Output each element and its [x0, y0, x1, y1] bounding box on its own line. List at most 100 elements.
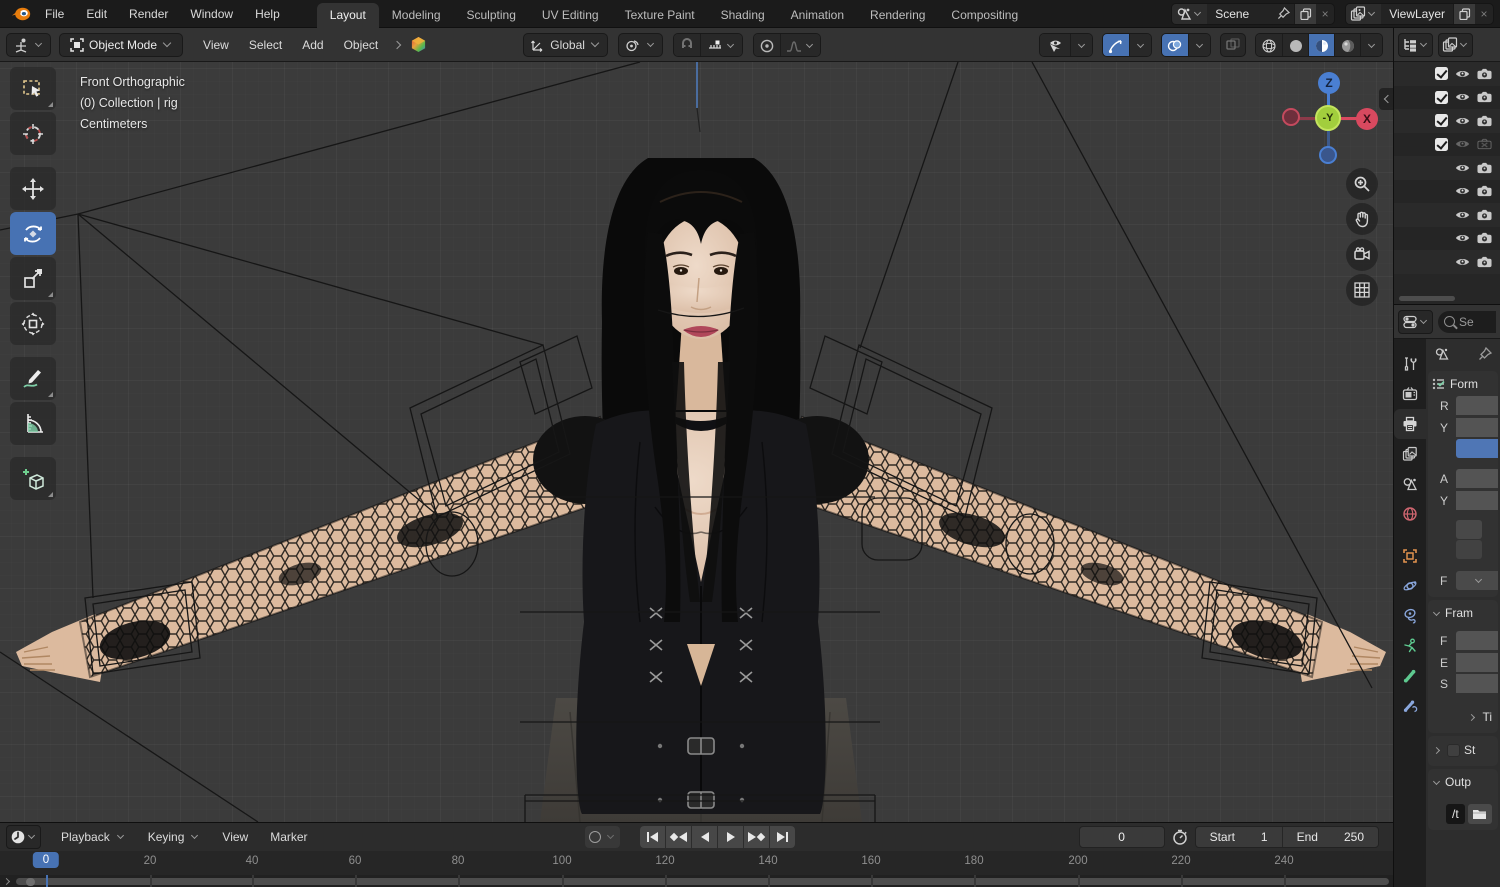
outliner-row[interactable]: [1394, 109, 1500, 133]
show-gizmo-toggle[interactable]: [1103, 33, 1129, 56]
viewport-3d[interactable]: Front Orthographic (0) Collection | rig …: [0, 62, 1393, 822]
outliner-row[interactable]: [1394, 156, 1500, 180]
resolution-x-field[interactable]: [1456, 396, 1498, 415]
end-frame-field[interactable]: End 250: [1281, 827, 1378, 847]
pin-icon[interactable]: [1277, 7, 1291, 20]
auto-key-toggle[interactable]: [589, 831, 601, 843]
snap-target-dropdown[interactable]: [699, 33, 742, 56]
menu-file[interactable]: File: [34, 0, 75, 27]
frame-rate-dropdown[interactable]: [1456, 571, 1498, 590]
eye-icon[interactable]: [1455, 69, 1470, 79]
frame-step-field[interactable]: [1456, 674, 1498, 693]
shading-material-button[interactable]: [1308, 33, 1334, 56]
camera-icon[interactable]: [1477, 68, 1492, 80]
selectability-checkbox[interactable]: [1435, 114, 1448, 128]
selectability-checkbox[interactable]: [1435, 67, 1448, 81]
properties-tab-world[interactable]: [1394, 499, 1426, 529]
outliner-row[interactable]: [1394, 132, 1500, 156]
shading-rendered-button[interactable]: [1334, 33, 1360, 56]
sidebar-toggle-arrow[interactable]: [1379, 88, 1393, 110]
tool-select-box[interactable]: [10, 67, 56, 110]
viewlayer-browse-button[interactable]: [1346, 3, 1382, 24]
eye-icon[interactable]: [1455, 163, 1470, 173]
viewlayer-remove-button[interactable]: ×: [1475, 7, 1493, 21]
scene-name[interactable]: Scene: [1207, 7, 1277, 21]
next-keyframe-button[interactable]: [744, 826, 769, 848]
menu-view[interactable]: View: [193, 33, 239, 57]
shading-solid-button[interactable]: [1282, 33, 1308, 56]
tab-layout[interactable]: Layout: [316, 2, 379, 28]
menu-add[interactable]: Add: [292, 33, 333, 57]
crop-region-checkbox[interactable]: [1456, 539, 1482, 559]
mode-dropdown[interactable]: Object Mode: [59, 32, 184, 57]
properties-tab-object[interactable]: [1394, 541, 1426, 571]
proportional-falloff-dropdown[interactable]: [779, 33, 820, 56]
properties-tab-constraints[interactable]: [1394, 601, 1426, 631]
properties-search-input[interactable]: Se: [1438, 310, 1496, 333]
stopwatch-icon[interactable]: [1171, 828, 1189, 846]
tab-animation[interactable]: Animation: [778, 3, 857, 28]
frame-end-field[interactable]: [1456, 653, 1498, 672]
frame-range-panel-header[interactable]: Fram: [1428, 603, 1498, 623]
tool-transform[interactable]: [10, 302, 56, 345]
gizmo-dropdown-arrow[interactable]: [1129, 33, 1151, 56]
tab-texture-paint[interactable]: Texture Paint: [612, 3, 708, 28]
tab-compositing[interactable]: Compositing: [938, 3, 1031, 28]
stereoscopy-panel-header[interactable]: St: [1428, 739, 1498, 761]
current-frame-field[interactable]: 0: [1078, 826, 1165, 848]
open-folder-button[interactable]: [1467, 803, 1492, 824]
menu-playback[interactable]: Playback: [51, 825, 136, 849]
pan-button[interactable]: [1346, 203, 1378, 235]
show-object-types-button[interactable]: [1040, 33, 1070, 56]
eye-icon[interactable]: [1455, 139, 1470, 149]
tab-uv-editing[interactable]: UV Editing: [529, 3, 612, 28]
stereoscopy-checkbox[interactable]: [1447, 743, 1460, 757]
output-path-field[interactable]: /t: [1446, 803, 1465, 824]
outliner-row[interactable]: [1394, 62, 1500, 86]
properties-tab-output[interactable]: [1394, 409, 1426, 439]
camera-icon[interactable]: [1477, 232, 1492, 244]
timeline-scrollbar[interactable]: [16, 878, 1389, 885]
properties-editor-type-button[interactable]: [1398, 309, 1433, 334]
selectability-checkbox[interactable]: [1435, 90, 1448, 104]
play-button[interactable]: [718, 826, 743, 848]
eye-icon[interactable]: [1455, 92, 1470, 102]
tab-rendering[interactable]: Rendering: [857, 3, 938, 28]
gizmo-axis-minus-z[interactable]: [1319, 146, 1337, 164]
pivot-point-dropdown[interactable]: [617, 32, 663, 57]
viewlayer-new-copy-button[interactable]: [1453, 3, 1475, 24]
camera-icon[interactable]: [1477, 115, 1492, 127]
menu-render[interactable]: Render: [118, 0, 179, 27]
camera-icon[interactable]: [1477, 162, 1492, 174]
timeline-scrollbar-handle[interactable]: [26, 877, 35, 886]
outliner-row[interactable]: [1394, 226, 1500, 250]
tool-add-cube[interactable]: [10, 457, 56, 500]
properties-tab-tool[interactable]: [1394, 349, 1426, 379]
outliner-display-mode-button[interactable]: [1438, 32, 1473, 57]
timeline-ruler[interactable]: 0 20 40 60 80 100 120 140 160 180 200 220 240: [0, 851, 1393, 875]
timeline-editor-type-button[interactable]: [6, 825, 41, 849]
camera-icon[interactable]: [1477, 256, 1492, 268]
outliner-row[interactable]: [1394, 203, 1500, 227]
prev-keyframe-button[interactable]: [666, 826, 691, 848]
properties-tab-bone[interactable]: [1394, 661, 1426, 691]
gizmo-axis-x[interactable]: X: [1356, 108, 1378, 130]
camera-icon[interactable]: [1477, 91, 1492, 103]
properties-tab-render[interactable]: [1394, 379, 1426, 409]
menu-object[interactable]: Object: [334, 33, 389, 57]
eye-icon[interactable]: [1455, 233, 1470, 243]
tool-annotate[interactable]: [10, 357, 56, 400]
aspect-x-field[interactable]: [1456, 469, 1498, 488]
menu-window[interactable]: Window: [179, 0, 244, 27]
overlays-dropdown-arrow[interactable]: [1188, 33, 1210, 56]
outliner-row[interactable]: [1394, 250, 1500, 274]
properties-tab-data-armature[interactable]: [1394, 631, 1426, 661]
jump-to-start-button[interactable]: [640, 826, 665, 848]
shading-dropdown-arrow[interactable]: [1360, 33, 1382, 56]
tool-scale[interactable]: [10, 257, 56, 300]
render-region-checkbox[interactable]: [1456, 519, 1482, 539]
zoom-button[interactable]: [1346, 168, 1378, 200]
gizmo-axis-minus-y[interactable]: -Y: [1315, 105, 1341, 131]
tab-sculpting[interactable]: Sculpting: [454, 3, 529, 28]
auto-key-dropdown[interactable]: [606, 831, 615, 840]
